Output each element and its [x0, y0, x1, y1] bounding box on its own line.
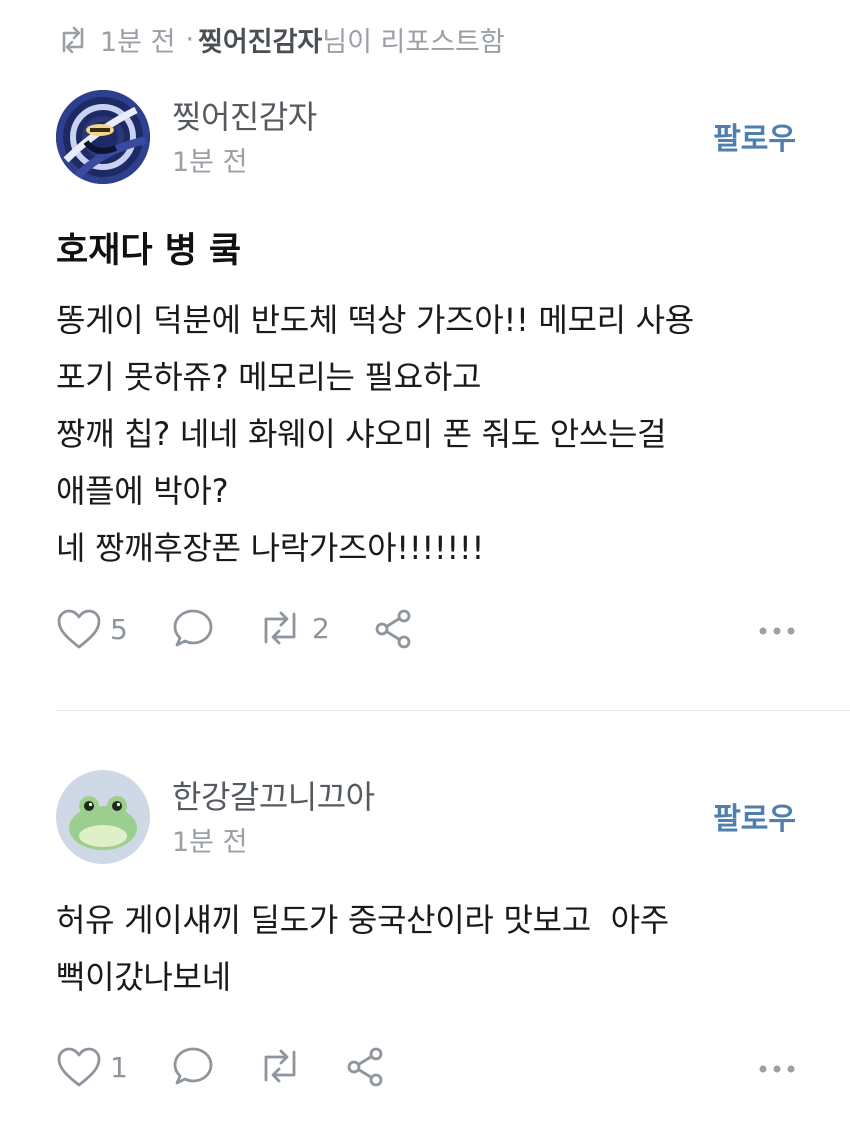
- comment-icon: [172, 1046, 214, 1088]
- share-icon: [344, 1046, 386, 1088]
- more-options-button[interactable]: [758, 1064, 796, 1074]
- post-header: 한강갈끄니끄아 1분 전 팔로우: [56, 770, 796, 866]
- heart-icon: [56, 1046, 102, 1088]
- more-dots-icon: [758, 1064, 796, 1074]
- post-actions: 1: [56, 1046, 796, 1094]
- comment-button[interactable]: [172, 1046, 214, 1088]
- post-body-line: 허유 게이섀끼 딜도가 중국산이라 맛보고 아주: [56, 901, 669, 939]
- follow-button[interactable]: 팔로우: [713, 794, 796, 838]
- post-body-line: 뻑이갔나보네: [56, 958, 231, 996]
- avatar[interactable]: [56, 770, 150, 864]
- author-name[interactable]: 한강갈끄니끄아: [172, 772, 375, 818]
- like-button[interactable]: 1: [56, 1046, 128, 1088]
- repost-icon: [256, 1046, 304, 1086]
- like-count: 1: [110, 1050, 128, 1084]
- post-card: 한강갈끄니끄아 1분 전 팔로우 허유 게이섀끼 딜도가 중국산이라 맛보고 아…: [0, 0, 850, 1133]
- post-body: 허유 게이섀끼 딜도가 중국산이라 맛보고 아주 뻑이갔나보네: [56, 892, 669, 1006]
- share-button[interactable]: [344, 1046, 386, 1088]
- repost-button[interactable]: [256, 1046, 304, 1086]
- post-time: 1분 전: [172, 827, 248, 858]
